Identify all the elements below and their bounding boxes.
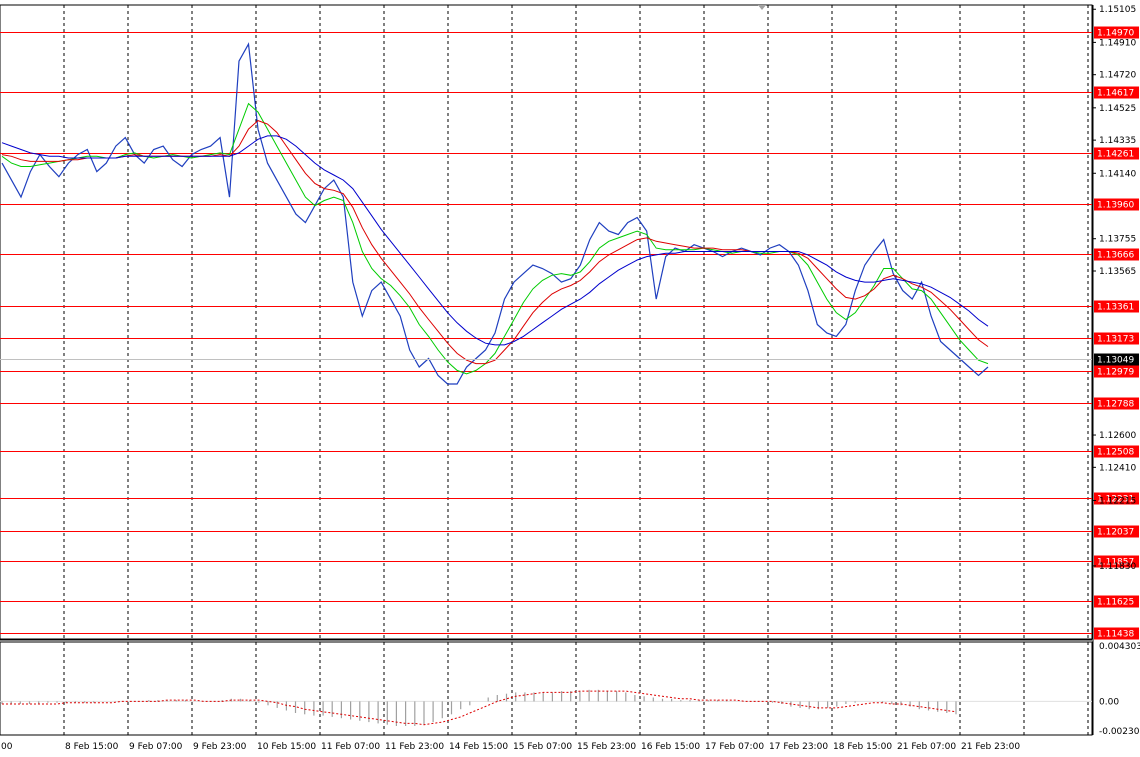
time-tick-label: 11 Feb 23:00 <box>385 742 444 752</box>
time-tick-label: 15 Feb 07:00 <box>513 742 572 752</box>
price-tick-label: 1.11830 <box>1099 562 1136 572</box>
horizontal-levels: 1.14970 1.14617 1.14261 1.13960 1.13666 1.133… <box>0 26 1139 640</box>
price-series <box>1 42 989 385</box>
oscillator-tick-label: -0.002309 <box>1099 727 1140 737</box>
vertical-grid <box>63 5 1089 735</box>
current-price-label: 1.13049 <box>1097 356 1134 366</box>
main-plot-border <box>0 4 1093 640</box>
level-label: 1.14970 <box>1097 29 1134 39</box>
level-label: 1.12508 <box>1097 448 1134 458</box>
price-tick-label: 1.12215 <box>1099 496 1136 506</box>
price-tick-label: 1.14335 <box>1099 136 1136 146</box>
level-label: 1.11438 <box>1097 630 1134 640</box>
time-tick-label: 17 Feb 07:00 <box>705 742 764 752</box>
time-tick-label: 10 Feb 15:00 <box>257 742 316 752</box>
time-tick-label: 18 Feb 15:00 <box>833 742 892 752</box>
price-tick-label: 1.15105 <box>1099 5 1136 15</box>
time-tick-label: 21 Feb 07:00 <box>897 742 956 752</box>
level-label: 1.11625 <box>1097 598 1134 608</box>
shift-marker-icon[interactable] <box>758 5 766 10</box>
time-tick-label: 11 Feb 07:00 <box>321 742 380 752</box>
price-tick-label: 1.13565 <box>1099 267 1136 277</box>
time-tick-label: 9 Feb 07:00 <box>129 742 183 752</box>
level-label: 1.12979 <box>1097 368 1134 378</box>
forex-chart[interactable]: 1.14970 1.14617 1.14261 1.13960 1.13666 1.133… <box>0 0 1140 757</box>
price-tick-label: 1.14140 <box>1099 169 1136 179</box>
level-label: 1.13173 <box>1097 335 1134 345</box>
oscillator-tick-label: 0.004303 <box>1099 642 1140 652</box>
level-label: 1.14617 <box>1097 89 1134 99</box>
price-tick-label: 1.12410 <box>1099 463 1136 473</box>
time-tick-label: 21 Feb 23:00 <box>961 742 1020 752</box>
level-label: 1.12037 <box>1097 528 1134 538</box>
level-label: 1.13666 <box>1097 251 1134 261</box>
main-plot-frame <box>0 4 1093 736</box>
level-label: 1.12788 <box>1097 400 1134 410</box>
time-tick-label: 00 <box>1 742 13 752</box>
price-tick-label: 1.12600 <box>1099 431 1136 441</box>
time-tick-label: 16 Feb 15:00 <box>641 742 700 752</box>
oscillator-tick-label: 0.00 <box>1099 697 1119 707</box>
oscillator-signal-line <box>2 690 957 726</box>
price-line <box>1 42 989 385</box>
level-label: 1.14261 <box>1097 150 1134 160</box>
time-tick-label: 8 Feb 15:00 <box>65 742 119 752</box>
price-tick-label: 1.14910 <box>1099 38 1136 48</box>
price-tick-label: 1.14720 <box>1099 71 1136 81</box>
oscillator-border <box>0 641 1093 736</box>
time-tick-label: 15 Feb 23:00 <box>577 742 636 752</box>
time-tick-label: 17 Feb 23:00 <box>769 742 828 752</box>
time-axis: 00 8 Feb 15:00 9 Feb 07:00 9 Feb 23:00 10 Fe… <box>1 742 1020 752</box>
moving-average-line <box>1 135 989 346</box>
time-tick-label: 14 Feb 15:00 <box>449 742 508 752</box>
level-label: 1.13960 <box>1097 201 1134 211</box>
price-tick-label: 1.14525 <box>1099 104 1136 114</box>
current-price-marker: 1.13049 <box>0 353 1139 366</box>
level-label: 1.13361 <box>1097 303 1134 313</box>
time-tick-label: 9 Feb 23:00 <box>193 742 247 752</box>
oscillator-panel: 0.004303 0.00 -0.002309 <box>0 642 1140 737</box>
price-tick-label: 1.13755 <box>1099 235 1136 245</box>
